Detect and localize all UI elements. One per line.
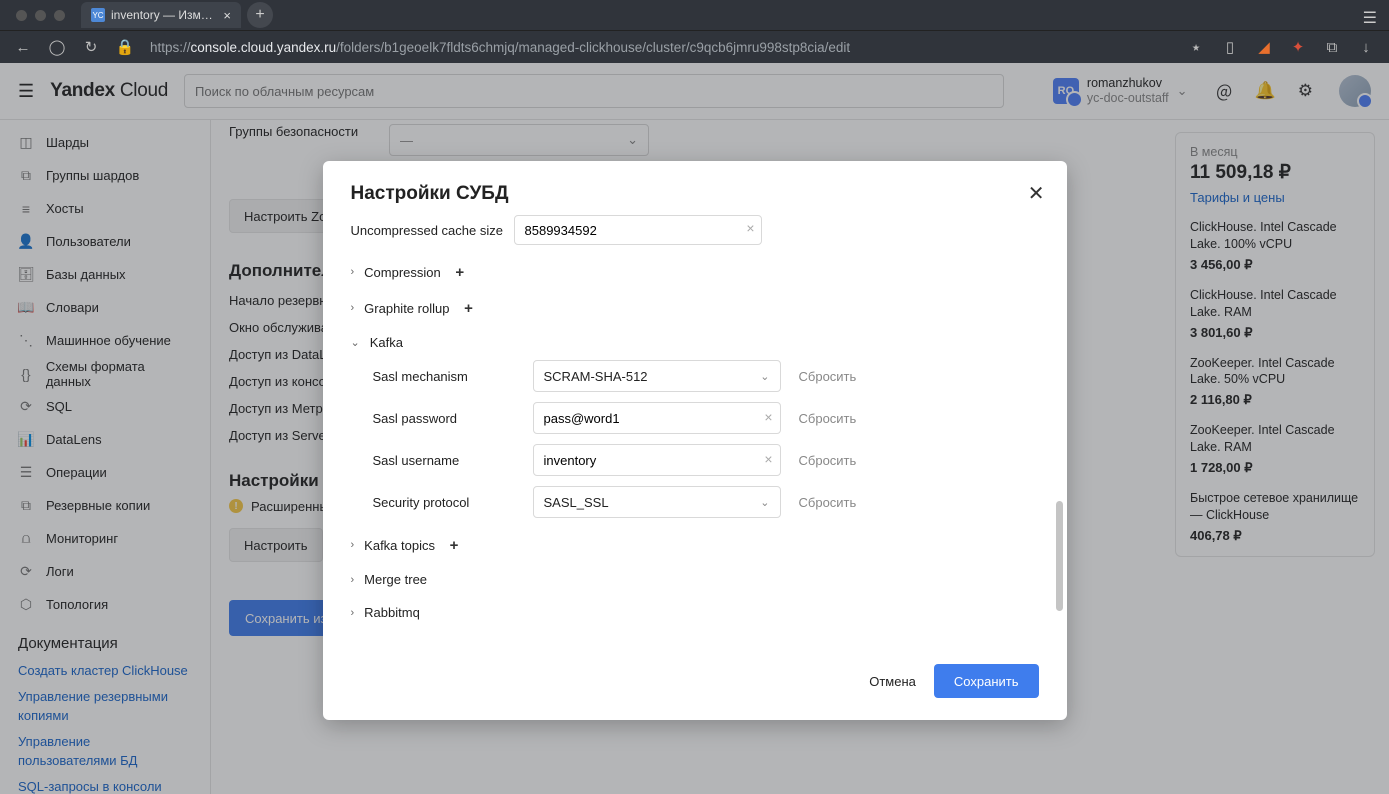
chevron-right-icon: › xyxy=(351,607,355,619)
chevron-down-icon: ⌄ xyxy=(760,496,769,509)
security-protocol-select[interactable]: SASL_SSL ⌄ xyxy=(533,486,781,518)
reset-sasl-username[interactable]: Сбросить xyxy=(799,453,857,468)
favicon-icon: YC xyxy=(91,8,105,22)
home-icon[interactable]: ◯ xyxy=(48,38,66,56)
modal-overlay: Настройки СУБД ✕ Uncompressed cache size… xyxy=(0,63,1389,794)
chevron-right-icon: › xyxy=(351,266,355,278)
back-icon[interactable]: ← xyxy=(14,38,32,56)
download-icon[interactable]: ↓ xyxy=(1357,38,1375,56)
cache-size-input[interactable] xyxy=(514,215,762,245)
chevron-down-icon: ⌄ xyxy=(760,370,769,383)
section-compression[interactable]: › Compression + xyxy=(351,263,1039,281)
new-tab-button[interactable]: + xyxy=(247,2,273,28)
chevron-right-icon: › xyxy=(351,302,355,314)
section-rabbitmq[interactable]: › Rabbitmq xyxy=(351,605,1039,620)
browser-chrome: YC inventory — Изменить × + ☰ ← ◯ ↻ 🔒 ht… xyxy=(0,0,1389,63)
reset-sasl-mechanism[interactable]: Сбросить xyxy=(799,369,857,384)
tab-title: inventory — Изменить xyxy=(111,8,217,22)
sasl-username-label: Sasl username xyxy=(373,453,515,468)
close-icon[interactable]: × xyxy=(223,8,231,23)
section-graphite[interactable]: › Graphite rollup + xyxy=(351,299,1039,317)
window-controls[interactable] xyxy=(16,10,65,21)
browser-tab[interactable]: YC inventory — Изменить × xyxy=(81,2,241,28)
section-kafka[interactable]: ⌄ Kafka xyxy=(351,335,1039,350)
section-merge-tree[interactable]: › Merge tree xyxy=(351,572,1039,587)
clear-icon[interactable]: × xyxy=(764,451,772,467)
scrollbar[interactable] xyxy=(1056,501,1063,611)
reset-security-protocol[interactable]: Сбросить xyxy=(799,495,857,510)
chevron-right-icon: › xyxy=(351,539,355,551)
security-protocol-label: Security protocol xyxy=(373,495,515,510)
ext1-icon[interactable]: ▯ xyxy=(1221,38,1239,56)
dbms-settings-modal: Настройки СУБД ✕ Uncompressed cache size… xyxy=(323,161,1067,720)
lock-icon: 🔒 xyxy=(116,38,134,56)
sasl-username-input[interactable] xyxy=(533,444,781,476)
close-icon[interactable]: ✕ xyxy=(1028,181,1045,206)
section-kafka-topics[interactable]: › Kafka topics + xyxy=(351,536,1039,554)
chevron-down-icon: ⌄ xyxy=(351,336,360,349)
ext2-icon[interactable]: ◢ xyxy=(1255,38,1273,56)
modal-title: Настройки СУБД xyxy=(351,183,1039,205)
add-icon[interactable]: + xyxy=(451,263,469,281)
sasl-mechanism-label: Sasl mechanism xyxy=(373,369,515,384)
sasl-mechanism-select[interactable]: SCRAM-SHA-512 ⌄ xyxy=(533,360,781,392)
clear-icon[interactable]: × xyxy=(746,220,754,236)
clear-icon[interactable]: × xyxy=(764,409,772,425)
bookmark-icon[interactable]: ⭑ xyxy=(1187,38,1205,56)
add-icon[interactable]: + xyxy=(459,299,477,317)
browser-menu-icon[interactable]: ☰ xyxy=(1363,8,1377,28)
modal-cancel-button[interactable]: Отмена xyxy=(869,674,916,689)
reload-icon[interactable]: ↻ xyxy=(82,38,100,56)
cache-size-label: Uncompressed cache size xyxy=(351,223,514,238)
chevron-right-icon: › xyxy=(351,574,355,586)
sasl-password-label: Sasl password xyxy=(373,411,515,426)
sasl-password-input[interactable] xyxy=(533,402,781,434)
ext4-icon[interactable]: ⧉ xyxy=(1323,38,1341,56)
address-bar[interactable]: https://console.cloud.yandex.ru/folders/… xyxy=(150,40,1171,55)
reset-sasl-password[interactable]: Сбросить xyxy=(799,411,857,426)
modal-save-button[interactable]: Сохранить xyxy=(934,664,1039,698)
add-icon[interactable]: + xyxy=(445,536,463,554)
ext3-icon[interactable]: ✦ xyxy=(1289,38,1307,56)
